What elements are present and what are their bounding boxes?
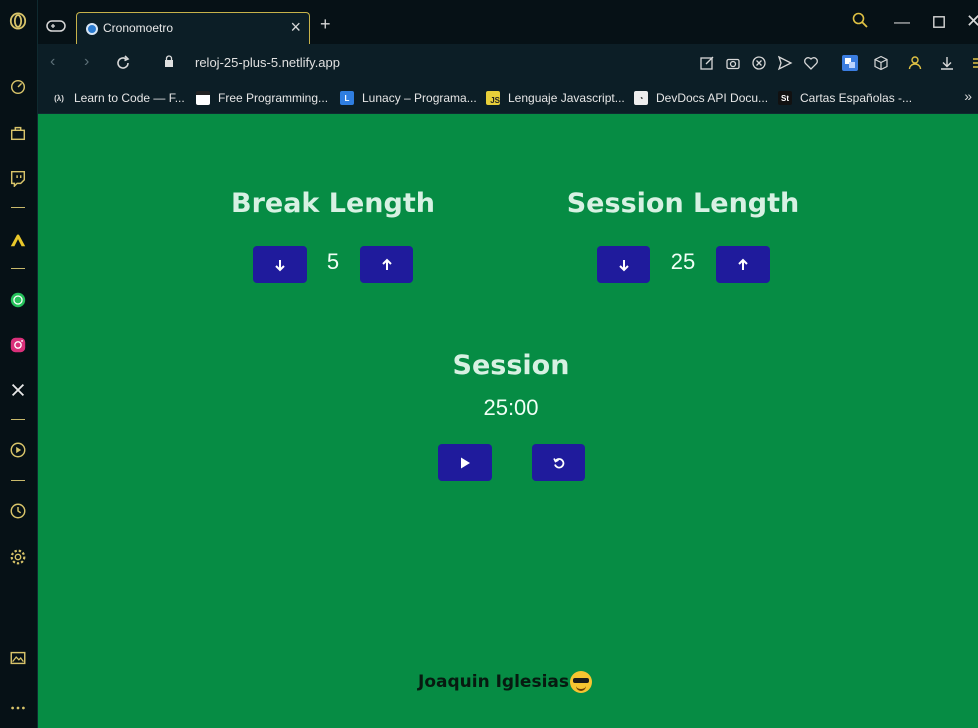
arrow-up-icon: [738, 258, 748, 270]
sidebar-divider: [11, 268, 25, 269]
bookmarks-bar: (λ) Learn to Code — F... Free Programmin…: [38, 82, 978, 114]
break-length-value: 5: [326, 249, 340, 274]
freecodecamp-icon: (λ): [54, 93, 64, 103]
bookmark-devdocs[interactable]: ◔ DevDocs API Docu...: [634, 89, 768, 107]
bookmark-favicon-icon: [196, 91, 210, 105]
bookmark-cartas-espanolas[interactable]: St Cartas Españolas -...: [778, 89, 912, 107]
devdocs-icon: ◔: [634, 91, 648, 105]
timer-label: Session: [452, 350, 570, 381]
bookmark-label: DevDocs API Docu...: [656, 91, 769, 105]
sidebar-divider: [11, 207, 25, 208]
camera-icon[interactable]: [725, 55, 741, 71]
gamepad-icon[interactable]: [46, 18, 66, 34]
tab-title: Cronomoetro: [103, 21, 174, 35]
author-name: Joaquin Iglesias: [418, 672, 569, 692]
page-content: Break Length 5 Session Length 25 Session…: [38, 114, 978, 728]
adblock-icon[interactable]: [751, 55, 767, 71]
minimize-icon[interactable]: —: [894, 14, 910, 32]
cube-extension-icon[interactable]: [873, 55, 889, 71]
bookmark-label: Free Programming...: [218, 91, 329, 105]
bookmark-lenguaje-javascript[interactable]: JS Lenguaje Javascript...: [486, 89, 625, 107]
easy-setup-menu-icon[interactable]: [970, 55, 978, 71]
window-close-icon[interactable]: ✕: [966, 11, 978, 32]
tab-strip: Cronomoetro × + — ✕: [38, 0, 978, 44]
bookmark-free-programming[interactable]: Free Programming...: [196, 89, 328, 107]
send-icon[interactable]: [777, 55, 793, 71]
bookmark-label: Lenguaje Javascript...: [508, 91, 625, 105]
sidebar-divider: [11, 419, 25, 420]
download-icon[interactable]: [939, 55, 955, 71]
translate-extension-icon[interactable]: [842, 55, 858, 71]
maximize-icon[interactable]: [933, 16, 945, 28]
lunacy-icon: L: [340, 91, 354, 105]
tab-favicon-icon: [86, 23, 98, 35]
tab-close-icon[interactable]: ×: [290, 18, 301, 36]
arrow-down-icon: [618, 259, 629, 271]
st-icon: St: [778, 91, 792, 105]
bookmark-lunacy[interactable]: L Lunacy – Programa...: [340, 89, 477, 107]
opera-logo-icon[interactable]: [7, 10, 29, 32]
shopping-bag-icon[interactable]: [7, 122, 29, 144]
arrow-up-icon: [381, 258, 392, 270]
player-icon[interactable]: [7, 439, 29, 461]
back-icon[interactable]: ‹: [50, 53, 55, 71]
x-twitter-icon[interactable]: [7, 379, 29, 401]
instagram-icon[interactable]: [7, 334, 29, 356]
js-icon: JS: [486, 91, 500, 105]
address-bar: ‹ › reloj-25-plus-5.netlify.app: [38, 44, 978, 82]
twitch-icon[interactable]: [7, 167, 29, 189]
speed-dial-icon[interactable]: [7, 76, 29, 98]
heart-icon[interactable]: [803, 55, 819, 71]
play-icon: [461, 457, 470, 468]
break-increment-button[interactable]: [360, 246, 413, 283]
lock-icon[interactable]: [164, 55, 174, 67]
tab-cronomoetro[interactable]: Cronomoetro ×: [76, 12, 310, 44]
profile-icon[interactable]: [907, 55, 923, 71]
new-tab-icon[interactable]: +: [320, 14, 331, 35]
author-credit: Joaquin Iglesias: [418, 671, 592, 693]
bookmark-label: Cartas Españolas -...: [800, 91, 913, 105]
session-increment-button[interactable]: [716, 246, 770, 283]
session-length-heading: Session Length: [566, 188, 800, 219]
arrow-down-icon: [275, 259, 285, 271]
timer-display: 25:00: [483, 395, 539, 420]
bookmark-label: Lunacy – Programa...: [362, 91, 477, 105]
more-dots-icon[interactable]: [7, 697, 29, 719]
search-icon[interactable]: [852, 12, 868, 28]
session-decrement-button[interactable]: [597, 246, 650, 283]
forward-icon[interactable]: ›: [84, 53, 89, 71]
break-length-heading: Break Length: [231, 188, 435, 219]
url-field[interactable]: reloj-25-plus-5.netlify.app: [195, 55, 340, 70]
settings-gear-icon[interactable]: [7, 546, 29, 568]
aria-icon[interactable]: [7, 229, 29, 251]
break-decrement-button[interactable]: [253, 246, 307, 283]
reset-icon: [552, 457, 564, 468]
bookmarks-overflow-icon[interactable]: »: [964, 88, 972, 104]
edit-share-icon[interactable]: [699, 55, 715, 71]
sunglasses-emoji-icon: [569, 671, 592, 693]
whatsapp-icon[interactable]: [7, 289, 29, 311]
history-clock-icon[interactable]: [7, 500, 29, 522]
session-length-value: 25: [670, 249, 696, 274]
gallery-image-icon[interactable]: [7, 647, 29, 669]
start-stop-button[interactable]: [438, 444, 492, 481]
bookmark-label: Learn to Code — F...: [74, 91, 185, 105]
browser-window: Cronomoetro × + — ✕ ‹ › reloj-25-plus-5.…: [0, 0, 978, 728]
reload-icon[interactable]: [115, 55, 131, 71]
bookmark-learn-to-code[interactable]: (λ) Learn to Code — F...: [52, 89, 185, 107]
reset-button[interactable]: [532, 444, 585, 481]
sidebar-divider: [11, 480, 25, 481]
browser-sidebar: [0, 0, 38, 728]
